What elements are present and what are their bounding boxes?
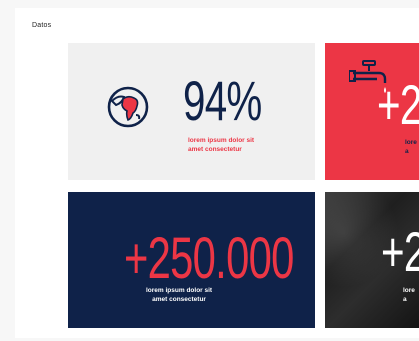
stat-caption: lorem ipsum dolor sit amet consectetur bbox=[146, 287, 212, 305]
globe-africa-icon bbox=[107, 86, 149, 128]
stat-caption: lore a bbox=[403, 287, 415, 305]
stat-tile-globe[interactable]: 94% lorem ipsum dolor sit amet consectet… bbox=[68, 43, 315, 180]
stat-caption-line1: lorem ipsum dolor sit bbox=[146, 287, 213, 294]
stat-value: +2 bbox=[381, 220, 419, 283]
stat-value: +25 bbox=[377, 73, 419, 136]
stat-caption-line2: amet consectetur bbox=[152, 295, 206, 303]
stat-caption: lorem ipsum dolor sit amet consectetur bbox=[188, 137, 254, 155]
stat-caption-line2: amet consectetur bbox=[188, 145, 242, 153]
stat-value: +250.000 bbox=[124, 226, 294, 291]
stat-caption-line2: a bbox=[403, 295, 407, 303]
stat-caption: lore a bbox=[405, 139, 417, 157]
stat-caption-line1: lore bbox=[403, 287, 415, 294]
stat-caption-line1: lore bbox=[405, 139, 417, 146]
section-title: Datos bbox=[32, 22, 52, 29]
stat-value: 94% bbox=[183, 69, 262, 132]
stat-tile-photo[interactable]: +2 lore a bbox=[325, 192, 419, 328]
stat-tile-total[interactable]: +250.000 lorem ipsum dolor sit amet cons… bbox=[68, 192, 315, 328]
stat-caption-line2: a bbox=[405, 147, 409, 155]
stat-tile-faucet[interactable]: +25 lore a bbox=[325, 43, 419, 180]
stat-caption-line1: lorem ipsum dolor sit bbox=[188, 137, 255, 144]
